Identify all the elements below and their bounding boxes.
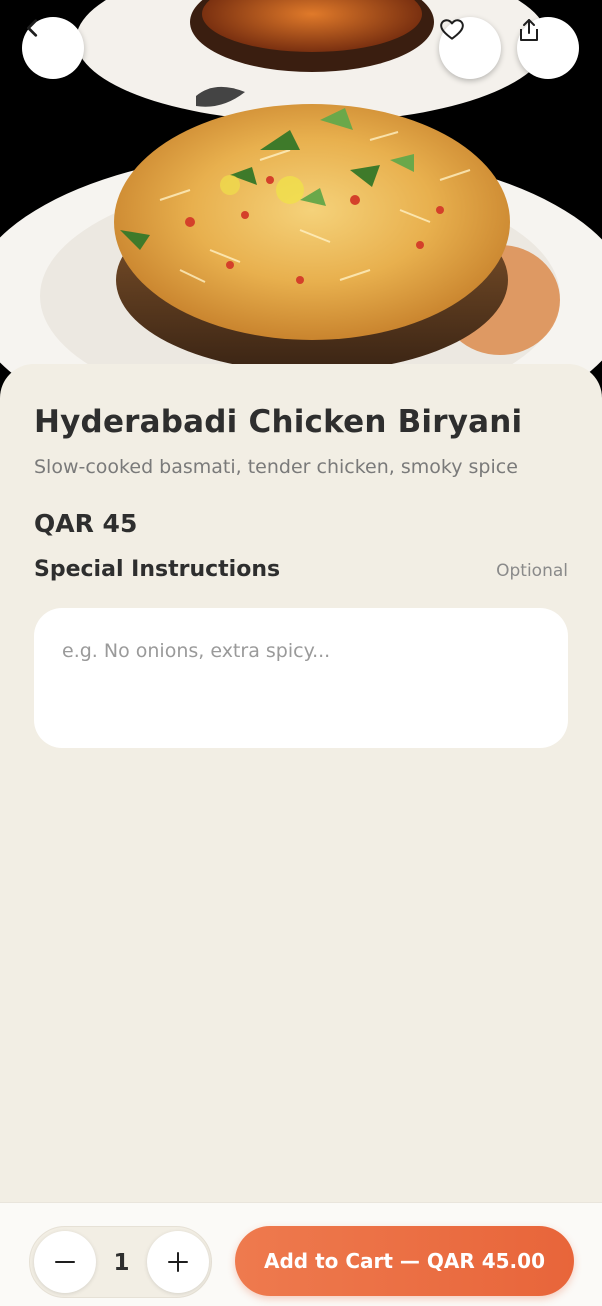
hero-image [0, 0, 602, 400]
minus-icon [55, 1261, 75, 1263]
quantity-value: 1 [113, 1250, 130, 1276]
increase-quantity-button[interactable] [147, 1231, 209, 1293]
add-to-cart-button[interactable]: Add to Cart — QAR 45.00 [235, 1226, 574, 1296]
special-instructions-label: Special Instructions [34, 557, 281, 582]
item-price: QAR 45 [34, 509, 138, 538]
cart-bar: 1 Add to Cart — QAR 45.00 [0, 1202, 602, 1306]
item-details-sheet: Hyderabadi Chicken Biryani Slow-cooked b… [0, 364, 602, 1202]
back-button[interactable] [22, 17, 84, 79]
item-title: Hyderabadi Chicken Biryani [34, 404, 523, 440]
optional-label: Optional [496, 561, 568, 581]
quantity-stepper: 1 [29, 1226, 212, 1298]
plus-icon [168, 1252, 188, 1272]
chevron-left-icon [27, 19, 38, 37]
heart-icon [440, 19, 464, 40]
item-description: Slow-cooked basmati, tender chicken, smo… [34, 456, 518, 478]
favorite-button[interactable] [439, 17, 501, 79]
share-icon [520, 19, 538, 41]
share-button[interactable] [517, 17, 579, 79]
special-instructions-input[interactable] [34, 608, 568, 748]
dish-photo [0, 0, 602, 400]
decrease-quantity-button[interactable] [34, 1231, 96, 1293]
